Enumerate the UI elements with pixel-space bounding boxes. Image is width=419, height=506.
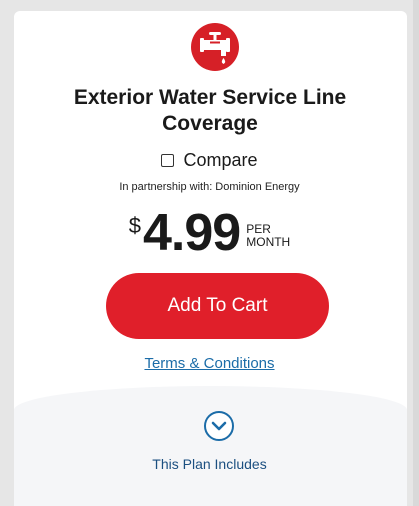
- price-amount: 4.99: [143, 204, 241, 262]
- partnership-text: In partnership with: Dominion Energy: [119, 181, 300, 193]
- price: $ 4.99 PER MONTH: [0, 205, 419, 261]
- compare-checkbox[interactable]: [161, 154, 175, 167]
- plan-card-footer-bg: [14, 386, 407, 506]
- compare-label[interactable]: Compare: [183, 150, 257, 171]
- plan-title: Exterior Water Service Line Coverage: [73, 86, 347, 135]
- price-currency: $: [128, 213, 142, 238]
- terms-conditions-link[interactable]: Terms & Conditions: [0, 355, 419, 372]
- chevron-down-circle-icon[interactable]: [203, 410, 235, 442]
- water-faucet-icon: [191, 23, 239, 71]
- price-per-label: PER: [246, 222, 271, 236]
- compare-toggle[interactable]: Compare: [0, 150, 419, 171]
- price-month-label: MONTH: [246, 235, 291, 249]
- page: Exterior Water Service Line Coverage Com…: [0, 0, 419, 506]
- add-to-cart-button[interactable]: Add To Cart: [106, 273, 329, 339]
- plan-includes-toggle[interactable]: This Plan Includes: [0, 456, 419, 472]
- price-period: PER MONTH: [246, 223, 290, 249]
